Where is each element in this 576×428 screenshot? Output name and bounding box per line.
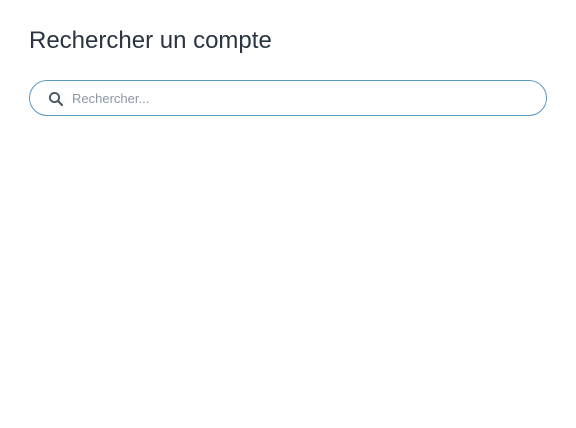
search-field[interactable] [29,80,547,116]
search-input[interactable] [72,81,532,115]
search-icon [48,91,64,107]
page-title: Rechercher un compte [29,27,272,54]
search-account-page: Rechercher un compte [0,0,576,428]
